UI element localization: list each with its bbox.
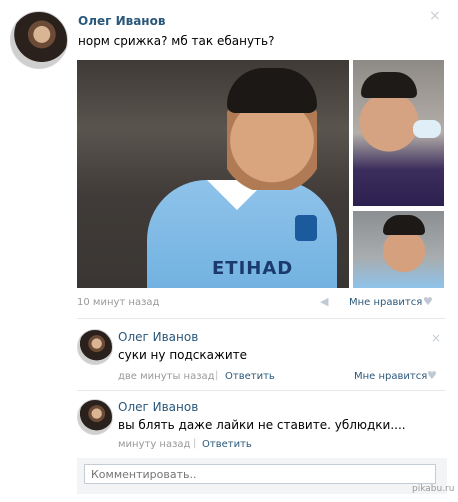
comment-reply-link[interactable]: Ответить bbox=[225, 371, 275, 382]
comment-author-avatar[interactable] bbox=[77, 399, 113, 435]
meta-separator: | bbox=[215, 370, 219, 381]
photo-hair bbox=[361, 72, 417, 98]
comment-like-button[interactable]: Мне нравится bbox=[354, 371, 427, 382]
divider bbox=[77, 390, 445, 391]
post-photo-side-1[interactable] bbox=[353, 60, 444, 206]
comment-text: суки ну подскажите bbox=[118, 348, 247, 362]
comment-reply-link[interactable]: Ответить bbox=[202, 439, 252, 450]
comment-heart-icon[interactable]: ♥ bbox=[427, 369, 437, 382]
comment-timestamp[interactable]: минуту назад bbox=[118, 439, 190, 450]
photo-water-bottle bbox=[413, 120, 441, 138]
divider bbox=[77, 318, 445, 319]
post-timestamp[interactable]: 10 минут назад bbox=[77, 297, 159, 308]
photo-sponsor-text: ETIHAD bbox=[212, 258, 294, 279]
meta-separator: | bbox=[193, 438, 197, 449]
photo-hair bbox=[227, 68, 317, 113]
post-close-icon[interactable]: × bbox=[429, 9, 441, 23]
post-author-avatar[interactable] bbox=[10, 11, 68, 69]
comment-text: вы блять даже лайки не ставите. ублюдки.… bbox=[118, 418, 406, 432]
comment-close-icon[interactable]: × bbox=[431, 331, 441, 345]
comment-timestamp[interactable]: две минуты назад bbox=[118, 371, 215, 382]
comment-author-name[interactable]: Олег Иванов bbox=[118, 330, 198, 344]
post-photo-main[interactable]: ETIHAD bbox=[77, 60, 349, 288]
post-like-button[interactable]: Мне нравится bbox=[349, 297, 422, 308]
comment-input[interactable] bbox=[84, 464, 436, 484]
comment-author-name[interactable]: Олег Иванов bbox=[118, 400, 198, 414]
share-megaphone-icon[interactable]: ◀ bbox=[320, 295, 328, 308]
post-author-name[interactable]: Олег Иванов bbox=[78, 14, 165, 28]
photo-hair bbox=[383, 215, 425, 235]
watermark: pikabu.ru bbox=[412, 484, 455, 494]
photo-club-badge bbox=[295, 215, 317, 241]
comment-author-avatar[interactable] bbox=[77, 329, 113, 365]
post-photo-side-2[interactable] bbox=[353, 211, 444, 288]
post-text: норм срижка? мб так ебануть? bbox=[78, 34, 275, 48]
post-heart-icon[interactable]: ♥ bbox=[423, 295, 433, 308]
